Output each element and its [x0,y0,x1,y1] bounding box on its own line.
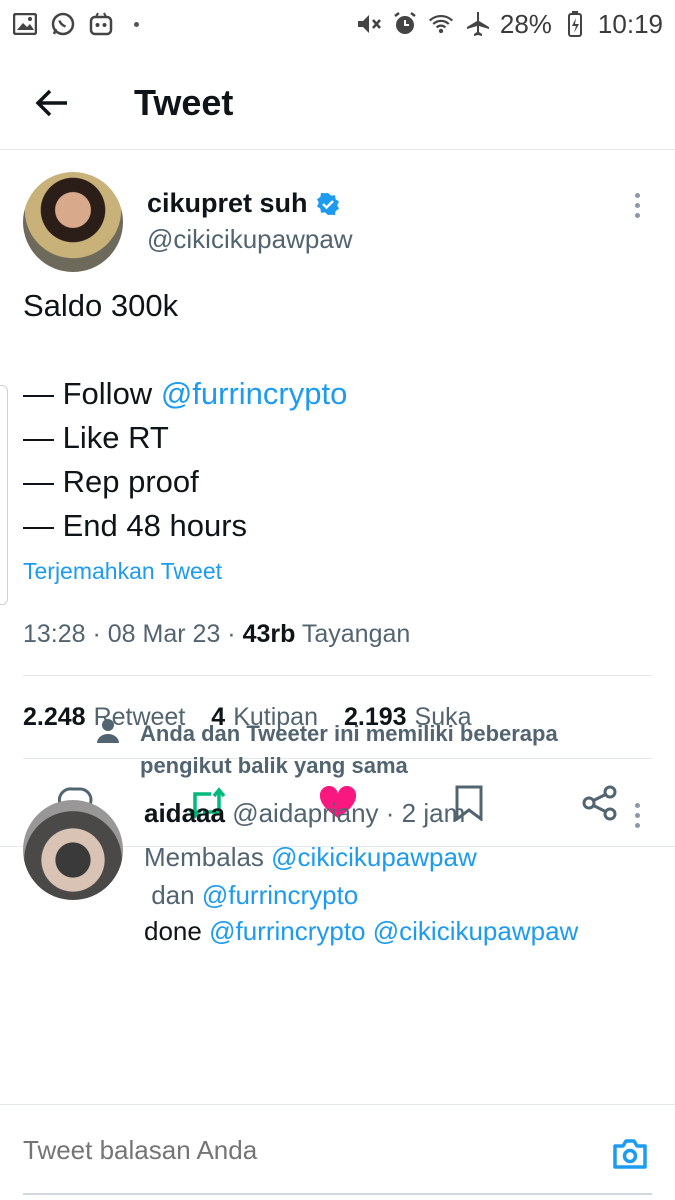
edge-panel-handle[interactable] [0,385,8,605]
tweet-time: 13:28 [23,620,86,648]
clock: 10:19 [597,8,663,39]
airplane-icon [464,11,490,37]
arrow-left-icon [35,89,67,116]
tweet-text: Saldo 300k — Follow @furrincrypto — Like… [23,284,347,548]
tweet-line: — Rep proof [23,464,199,499]
camera-button[interactable] [609,1133,651,1175]
reply-author-handle[interactable]: @aidapriany [232,798,378,828]
notification-dot [134,21,139,27]
status-bar: 28% 10:19 [0,0,675,48]
person-icon [97,719,119,743]
tweet-line-prefix: — Follow [23,376,161,411]
avatar[interactable] [23,172,123,272]
mute-vibrate-icon [356,11,382,37]
reply-composer [0,1104,675,1200]
page-title: Tweet [134,81,234,123]
tweet-line: Saldo 300k [23,288,179,323]
app-icon [88,11,114,37]
tweet-meta: 13:28 · 08 Mar 23 · 43rb Tayangan [23,620,411,648]
translate-tweet-link[interactable]: Terjemahkan Tweet [23,558,222,585]
alarm-icon [392,11,418,37]
reply-more-options-button[interactable] [627,800,647,830]
tweet-line: — Like RT [23,420,169,455]
mention-link[interactable]: @furrincrypto [209,916,365,946]
author-name[interactable]: cikupret suh [147,188,308,219]
reply-author-name[interactable]: aidaaa [144,798,225,828]
social-context: Anda dan Tweeter ini memiliki beberapa p… [96,718,620,782]
whatsapp-icon [50,11,76,37]
reply-input[interactable] [23,1135,583,1166]
reply-header: aidaaa @aidapriany · 2 jam [144,798,466,828]
avatar[interactable] [23,800,123,900]
reply-time: 2 jam [401,798,466,828]
verified-badge-icon [316,192,339,215]
battery-percent: 28% [499,8,552,39]
social-context-text: Anda dan Tweeter ini memiliki beberapa p… [140,721,558,778]
more-options-button[interactable] [627,190,647,220]
wifi-icon [428,11,454,37]
gallery-icon [12,11,38,37]
author-name-row[interactable]: cikupret suh [147,188,340,219]
reply-text: done @furrincrypto @cikicikupawpaw [144,916,579,946]
mention-link[interactable]: @cikicikupawpaw [373,916,579,946]
back-button[interactable] [22,73,82,133]
replying-to: Membalas @cikicikupawpaw dan @furrincryp… [144,842,477,910]
tweet-line-follow: — Follow @furrincrypto [23,372,347,416]
share-icon [582,785,616,820]
app-header: Tweet [0,56,675,150]
mention-link[interactable]: @furrincrypto [161,376,348,411]
composer-underline [23,1193,652,1195]
battery-icon [562,11,588,37]
mention-link[interactable]: @furrincrypto [202,880,358,910]
views-label: Tayangan [301,620,411,648]
views-count[interactable]: 43rb [243,620,296,648]
mention-link[interactable]: @cikicikupawpaw [271,842,477,872]
tweet-line: — End 48 hours [23,508,248,543]
author-handle[interactable]: @cikicikupawpaw [147,224,353,255]
camera-icon [613,1139,647,1169]
tweet-date: 08 Mar 23 [107,620,221,648]
